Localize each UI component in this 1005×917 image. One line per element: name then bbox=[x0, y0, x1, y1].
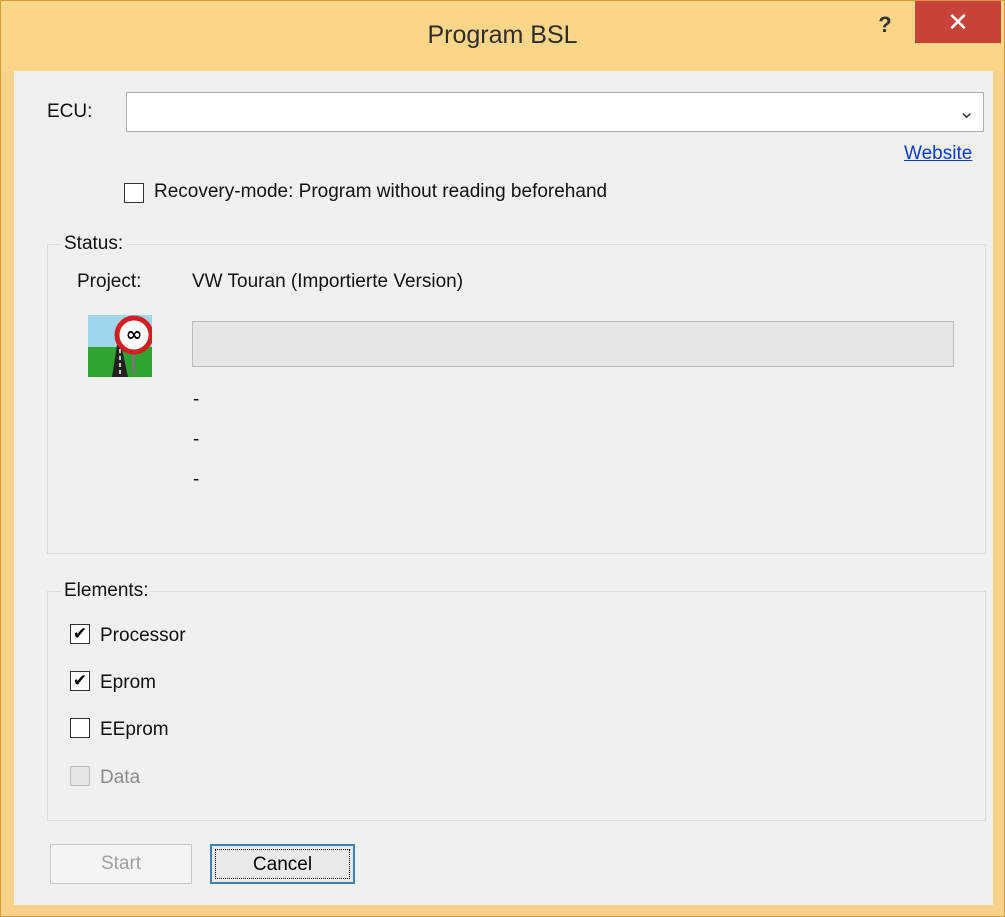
elements-group bbox=[47, 591, 986, 821]
processor-checkbox[interactable]: ✔ bbox=[70, 624, 90, 644]
start-button[interactable]: Start bbox=[50, 844, 192, 884]
status-line-1: - bbox=[193, 389, 200, 410]
start-button-label: Start bbox=[100, 853, 142, 874]
ecu-dropdown[interactable]: ⌄ bbox=[126, 92, 984, 132]
processor-label[interactable]: Processor bbox=[100, 625, 186, 647]
check-icon: ✔ bbox=[72, 624, 88, 643]
check-icon: ✔ bbox=[72, 671, 88, 690]
program-bsl-dialog: Program BSL ? ✕ ECU: ⌄ Website Recovery-… bbox=[0, 0, 1005, 917]
status-line-2: - bbox=[193, 429, 200, 450]
eprom-label[interactable]: Eprom bbox=[100, 672, 156, 694]
eeprom-checkbox[interactable] bbox=[70, 718, 90, 738]
cancel-button-label: Cancel bbox=[215, 849, 350, 879]
svg-text:∞: ∞ bbox=[126, 322, 143, 346]
cancel-button[interactable]: Cancel bbox=[210, 844, 355, 884]
website-link[interactable]: Website bbox=[904, 143, 972, 165]
title-bar: Program BSL ? ✕ bbox=[1, 1, 1004, 71]
window-title: Program BSL bbox=[427, 21, 578, 49]
chevron-down-icon[interactable]: ⌄ bbox=[958, 99, 975, 124]
dialog-body: ECU: ⌄ Website Recovery-mode: Program wi… bbox=[14, 71, 993, 905]
project-value: VW Touran (Importierte Version) bbox=[192, 271, 464, 292]
project-label: Project: bbox=[77, 271, 142, 292]
status-group bbox=[47, 244, 986, 554]
progress-bar bbox=[192, 321, 954, 367]
status-line-3: - bbox=[193, 469, 200, 490]
close-button[interactable]: ✕ bbox=[915, 1, 1001, 43]
eprom-checkbox[interactable]: ✔ bbox=[70, 671, 90, 691]
status-group-label: Status: bbox=[61, 233, 127, 255]
infinity-road-sign-icon: ∞ bbox=[88, 315, 152, 377]
elements-group-label: Elements: bbox=[61, 580, 152, 602]
data-checkbox[interactable] bbox=[70, 766, 90, 786]
ecu-label: ECU: bbox=[47, 101, 93, 122]
data-label: Data bbox=[100, 767, 141, 788]
recovery-mode-label[interactable]: Recovery-mode: Program without reading b… bbox=[154, 181, 607, 203]
eeprom-label[interactable]: EEprom bbox=[100, 719, 169, 741]
close-icon: ✕ bbox=[947, 7, 969, 37]
recovery-mode-checkbox[interactable] bbox=[124, 183, 144, 203]
help-button[interactable]: ? bbox=[865, 9, 905, 41]
